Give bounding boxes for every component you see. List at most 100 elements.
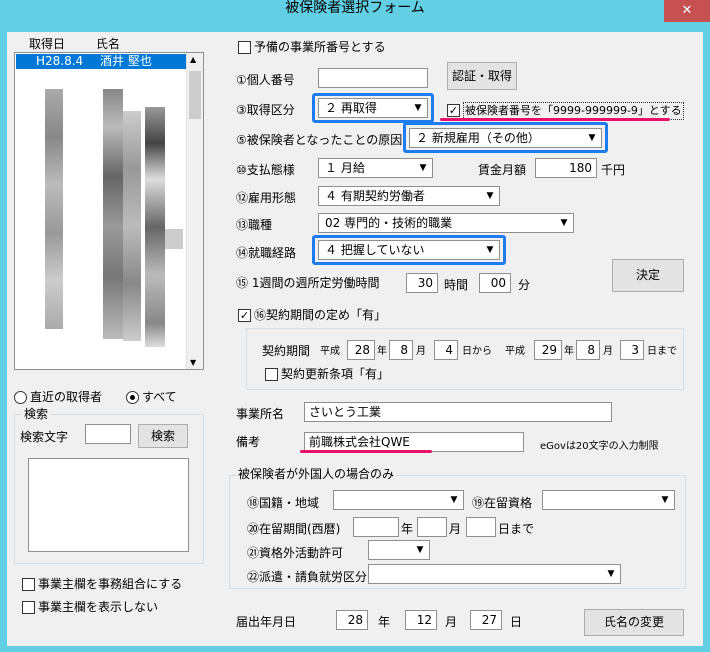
search-group-label: 検索 <box>22 407 51 421</box>
insured-format-checkbox[interactable]: ✓ <box>447 104 460 117</box>
filing-day-unit: 日 <box>510 615 523 629</box>
to-year-input[interactable]: 29 <box>534 340 562 360</box>
all-label: すべて <box>142 390 177 404</box>
search-button[interactable]: 検索 <box>138 424 188 448</box>
recent-label: 直近の取得者 <box>30 390 103 404</box>
insured-list[interactable]: H28.8.4 酒井 堅也 ▲ ▼ <box>14 52 204 370</box>
status-select[interactable]: ▼ <box>542 490 675 510</box>
hours-input[interactable]: 30 <box>406 273 438 293</box>
scroll-down-icon[interactable]: ▼ <box>190 358 196 367</box>
stay-year-input[interactable] <box>353 517 399 537</box>
renew-label: 契約更新条項「有」 <box>281 367 390 381</box>
office-label: 事業所名 <box>236 407 285 421</box>
foreign-group-label: 被保険者が外国人の場合のみ <box>236 467 397 481</box>
stay-day-input[interactable] <box>466 517 496 537</box>
emp-select[interactable]: ４ 有期契約労働者 ▼ <box>318 186 500 206</box>
auth-button[interactable]: 認証・取得 <box>447 62 517 90</box>
from-day-input[interactable]: 4 <box>434 340 458 360</box>
personal-number-input[interactable] <box>318 68 428 88</box>
list-item-selected[interactable]: H28.8.4 酒井 堅也 <box>16 54 187 69</box>
chevron-down-icon: ▼ <box>416 545 424 555</box>
all-radio[interactable] <box>126 391 139 404</box>
stay-day-unit: 日まで <box>498 522 535 536</box>
office-input[interactable]: さいとう工業 <box>304 402 612 422</box>
job-value: 02 専門的・技術的職業 <box>325 216 453 230</box>
search-results-box[interactable] <box>28 458 189 552</box>
hide-employer-checkbox[interactable] <box>22 601 35 614</box>
era-to: 平成 <box>505 346 525 357</box>
from-year-input[interactable]: 28 <box>347 340 375 360</box>
union-label: 事業主欄を事務組合にする <box>38 577 183 591</box>
wage-label: 賃金月額 <box>478 163 527 177</box>
to-month-unit: 月 <box>603 346 613 357</box>
job-select[interactable]: 02 専門的・技術的職業 ▼ <box>318 213 574 233</box>
permit-label: ㉑資格外活動許可 <box>247 546 344 560</box>
route-select[interactable]: ４ 把握していない ▼ <box>318 240 500 260</box>
egov-note: eGovは20文字の入力制限 <box>540 441 659 452</box>
from-month-input[interactable]: 8 <box>389 340 413 360</box>
note-input[interactable]: 前職株式会社QWE <box>304 432 524 452</box>
chevron-down-icon: ▼ <box>607 569 615 579</box>
minutes-input[interactable]: 00 <box>479 273 511 293</box>
permit-select[interactable]: ▼ <box>368 540 430 560</box>
to-year-unit: 年 <box>564 346 574 357</box>
search-input[interactable] <box>85 424 131 444</box>
acq-type-value: ２ 再取得 <box>325 101 377 115</box>
dispatch-select[interactable]: ▼ <box>368 564 621 584</box>
renew-checkbox[interactable] <box>265 368 278 381</box>
period-label: 契約期間 <box>262 344 311 358</box>
minutes-unit: 分 <box>518 278 531 292</box>
blurred-list-content <box>17 71 187 369</box>
window-frame-bottom <box>0 646 710 652</box>
decide-button[interactable]: 決定 <box>612 259 684 292</box>
to-day-input[interactable]: 3 <box>620 340 644 360</box>
pay-value: １ 月給 <box>325 161 365 175</box>
chevron-down-icon: ▼ <box>661 495 669 505</box>
note-label: 備考 <box>236 435 261 449</box>
union-checkbox[interactable] <box>22 578 35 591</box>
chevron-down-icon: ▼ <box>588 133 596 143</box>
contract-label: ⑯契約期間の定め「有」 <box>254 308 387 322</box>
from-month-unit: 月 <box>416 346 426 357</box>
acq-type-select[interactable]: ２ 再取得 ▼ <box>318 98 428 118</box>
scroll-thumb[interactable] <box>189 71 201 119</box>
personal-number-label: ①個人番号 <box>236 73 295 87</box>
window-frame-right <box>703 32 710 652</box>
cause-label: ⑤被保険者となったことの原因 <box>236 133 403 147</box>
nationality-select[interactable]: ▼ <box>333 490 464 510</box>
contract-checkbox[interactable]: ✓ <box>238 309 251 322</box>
note-underline <box>300 450 432 453</box>
spare-office-label: 予備の事業所番号とする <box>254 40 386 54</box>
stay-year-unit: 年 <box>401 522 414 536</box>
list-header-name: 氏名 <box>96 37 121 51</box>
cause-value: ２ 新規雇用（その他） <box>416 131 540 145</box>
rename-button[interactable]: 氏名の変更 <box>584 609 684 636</box>
filing-year-input[interactable]: 28 <box>336 610 368 630</box>
acq-type-label: ③取得区分 <box>236 103 295 117</box>
route-label: ⑭就職経路 <box>236 246 297 260</box>
filing-day-input[interactable]: 27 <box>470 610 502 630</box>
hours-unit: 時間 <box>444 278 469 292</box>
era-from: 平成 <box>320 346 340 357</box>
radio-selected-dot <box>130 395 135 400</box>
scroll-up-icon[interactable]: ▲ <box>190 55 196 64</box>
filing-month-input[interactable]: 12 <box>405 610 437 630</box>
list-header-date: 取得日 <box>29 37 66 51</box>
route-value: ４ 把握していない <box>325 243 425 257</box>
chevron-down-icon: ▼ <box>450 495 458 505</box>
chevron-down-icon: ▼ <box>486 245 494 255</box>
hide-employer-label: 事業主欄を表示しない <box>38 600 159 614</box>
close-button[interactable]: ✕ <box>664 0 710 22</box>
emp-value: ４ 有期契約労働者 <box>325 189 425 203</box>
recent-radio[interactable] <box>14 391 27 404</box>
dispatch-label: ㉒派遣・請負就労区分 <box>247 570 368 584</box>
to-suffix: 日まで <box>647 346 677 357</box>
pay-select[interactable]: １ 月給 ▼ <box>318 158 433 178</box>
wage-input[interactable]: 180 <box>535 158 597 178</box>
stay-month-input[interactable] <box>417 517 447 537</box>
to-month-input[interactable]: 8 <box>576 340 600 360</box>
cause-select[interactable]: ２ 新規雇用（その他） ▼ <box>409 128 602 148</box>
pay-label: ⑩支払態様 <box>236 163 295 177</box>
list-scrollbar[interactable]: ▲ ▼ <box>186 53 203 369</box>
spare-office-checkbox[interactable] <box>238 41 251 54</box>
